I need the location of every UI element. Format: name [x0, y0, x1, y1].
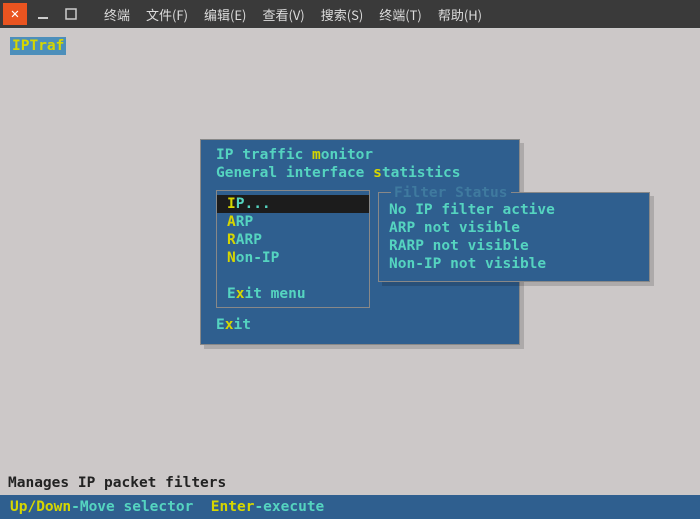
hotkey: R: [227, 232, 236, 248]
spacer: [217, 267, 369, 285]
menu-view[interactable]: 查看(V): [254, 3, 312, 26]
label: RP: [236, 214, 253, 230]
menu-search[interactable]: 搜索(S): [313, 3, 372, 26]
label: IP traffic: [216, 147, 312, 163]
label: General interface: [216, 165, 373, 181]
help-text: -Move selector: [71, 499, 211, 515]
label: P...: [236, 196, 271, 212]
help-text: -execute: [254, 499, 324, 515]
help-bar: Up/Down-Move selector Enter-execute: [0, 495, 700, 519]
app-menubar: 终端 文件(F) 编辑(E) 查看(V) 搜索(S) 终端(T) 帮助(H): [90, 0, 700, 28]
label: it menu: [244, 286, 305, 302]
submenu-item-nonip[interactable]: Non-IP: [217, 249, 369, 267]
maximize-icon[interactable]: [59, 3, 83, 25]
hotkey: N: [227, 250, 236, 266]
filter-line-nonip: Non-IP not visible: [379, 255, 649, 273]
hotkey: s: [373, 165, 382, 181]
label: on-IP: [236, 250, 280, 266]
hotkey: A: [227, 214, 236, 230]
help-key: Up/Down: [10, 499, 71, 515]
label: E: [216, 317, 225, 333]
menu-terminal[interactable]: 终端: [96, 3, 138, 26]
submenu-item-rarp[interactable]: RARP: [217, 231, 369, 249]
label: tatistics: [382, 165, 461, 181]
menu-entry-exit[interactable]: Exit: [201, 308, 519, 334]
submenu-item-arp[interactable]: ARP: [217, 213, 369, 231]
hotkey: I: [227, 196, 236, 212]
app-title: IPTraf: [10, 37, 66, 55]
label: ARP: [236, 232, 262, 248]
filter-status-box: Filter Status No IP filter active ARP no…: [378, 192, 650, 282]
filter-line-arp: ARP not visible: [379, 219, 649, 237]
terminal-area: IPTraf IP traffic monitor General interf…: [0, 29, 700, 519]
menu-file[interactable]: 文件(F): [138, 3, 196, 26]
menu-entry-stats[interactable]: General interface statistics: [201, 164, 519, 182]
label: E: [227, 286, 236, 302]
help-key: Enter: [211, 499, 255, 515]
hotkey: m: [312, 147, 321, 163]
menu-help[interactable]: 帮助(H): [430, 3, 490, 26]
label: it: [233, 317, 250, 333]
filter-status-title: Filter Status: [391, 184, 511, 202]
label: onitor: [321, 147, 373, 163]
status-bar: Manages IP packet filters: [8, 474, 692, 492]
filter-line-ip: No IP filter active: [379, 201, 649, 219]
minimize-icon[interactable]: [31, 3, 55, 25]
submenu-item-exit[interactable]: Exit menu: [217, 285, 369, 303]
menu-edit[interactable]: 编辑(E): [196, 3, 254, 26]
submenu-item-ip[interactable]: IP...: [217, 195, 369, 213]
menu-terminal2[interactable]: 终端(T): [371, 3, 430, 26]
filters-submenu: IP... ARP RARP Non-IP Exit menu: [216, 190, 370, 308]
menu-entry-monitor[interactable]: IP traffic monitor: [201, 146, 519, 164]
filter-line-rarp: RARP not visible: [379, 237, 649, 255]
close-icon[interactable]: ✕: [3, 3, 27, 25]
